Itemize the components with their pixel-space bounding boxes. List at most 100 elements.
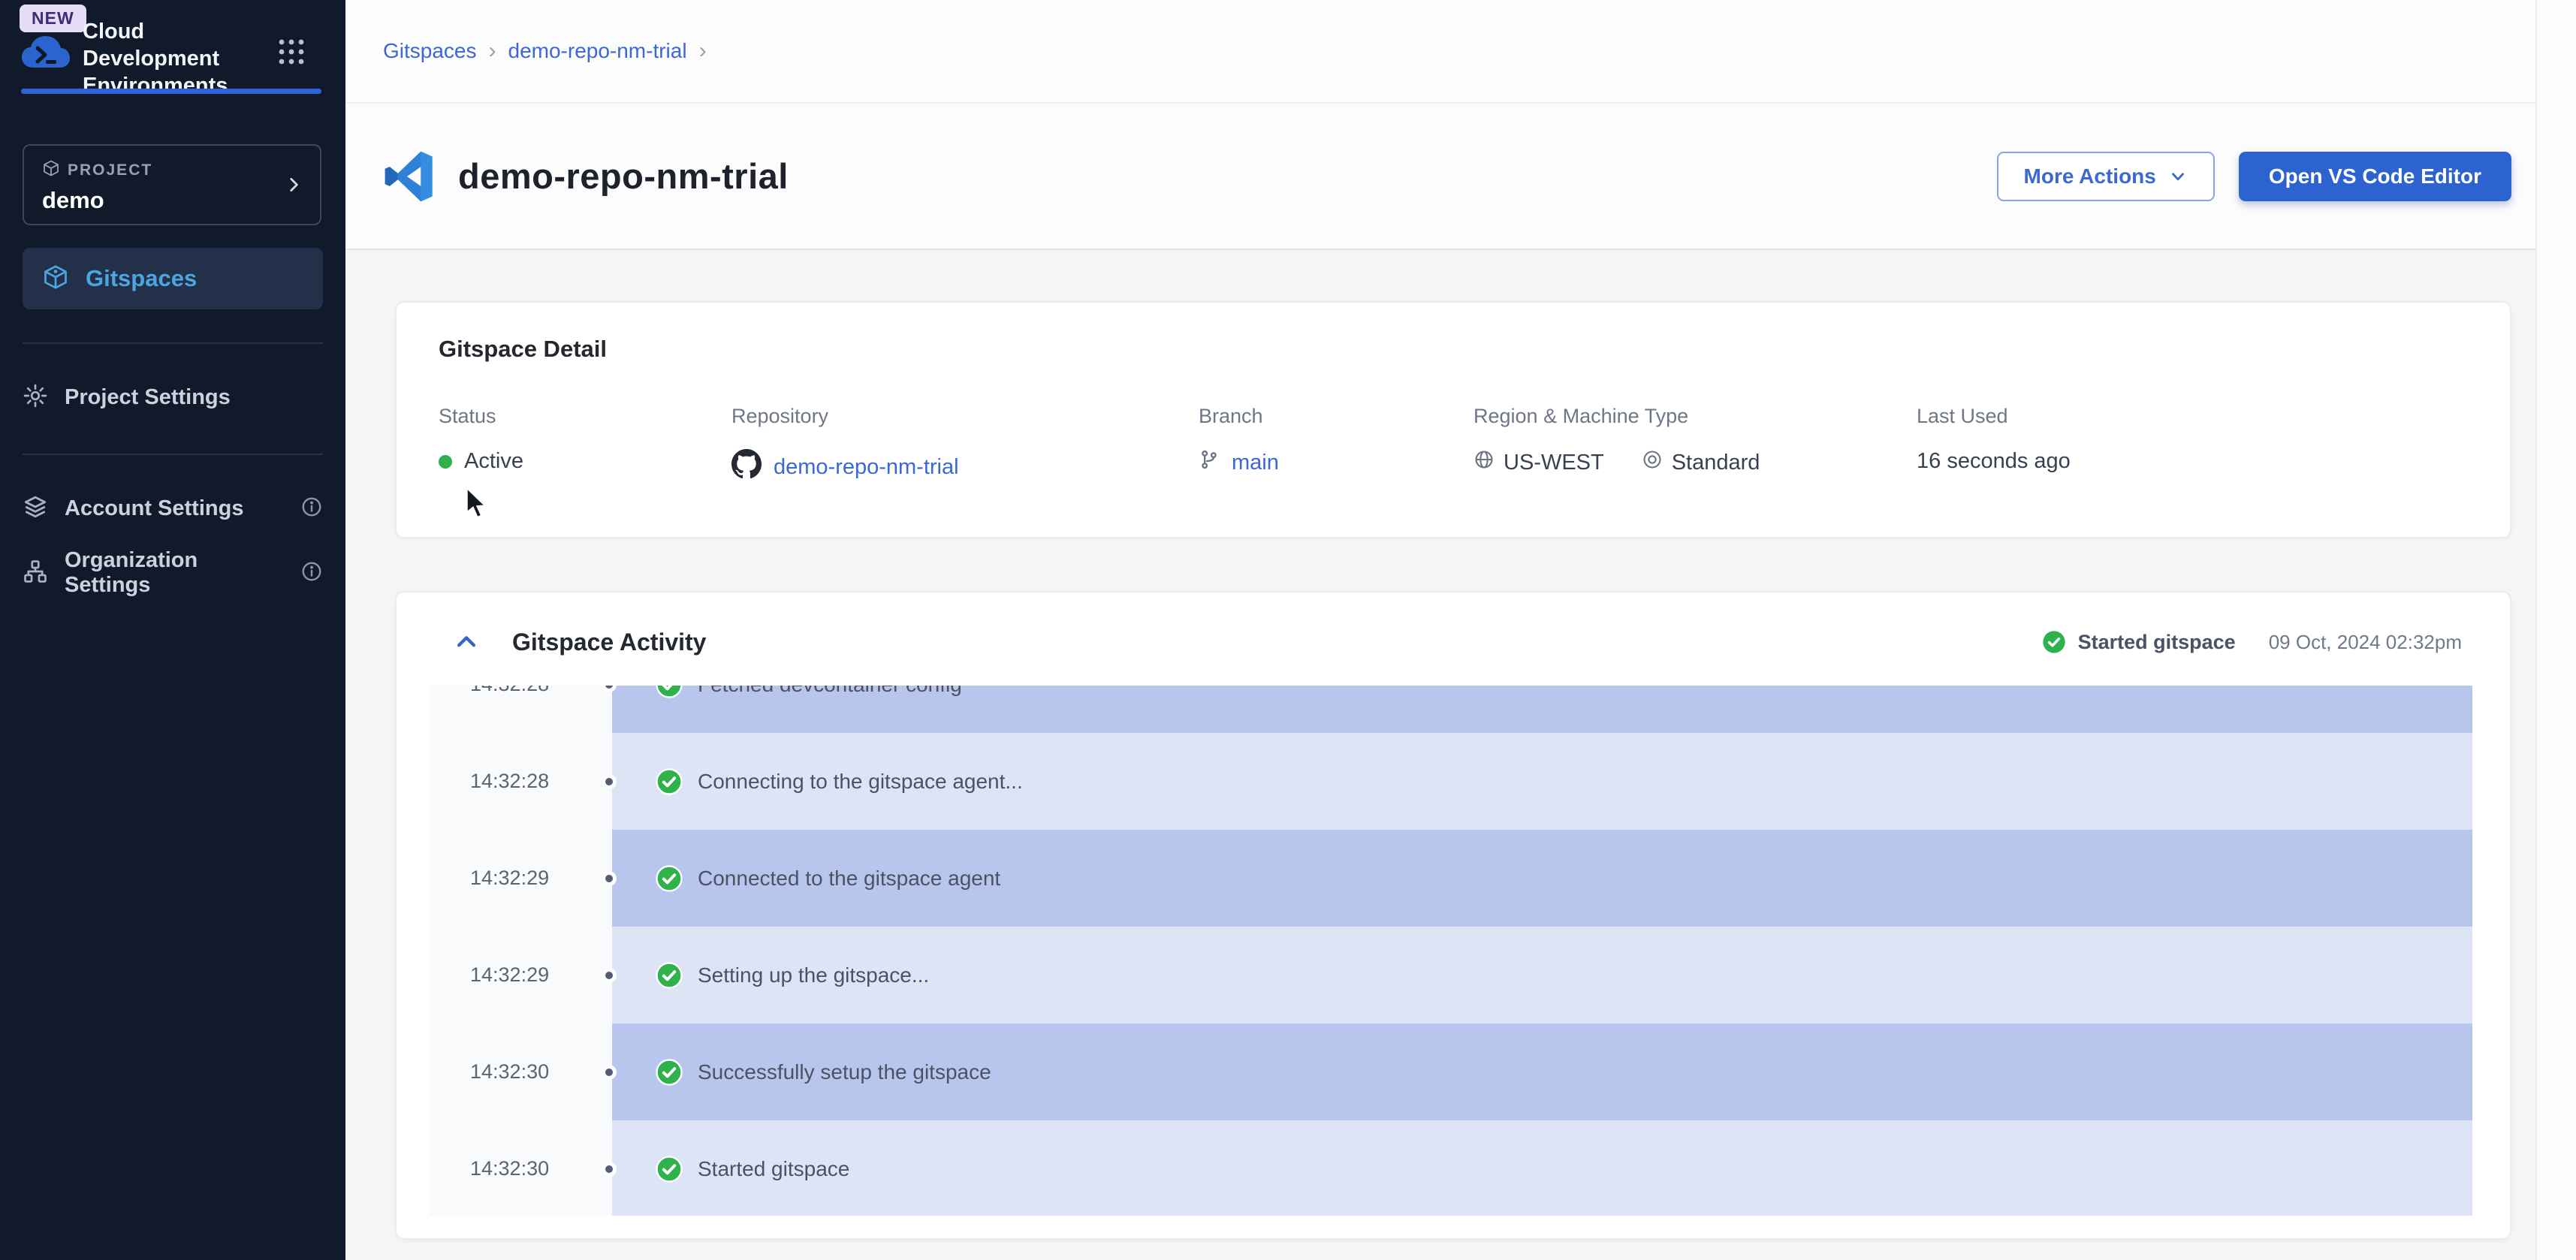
- check-circle-icon: [656, 1059, 683, 1086]
- new-badge: NEW: [20, 5, 86, 32]
- chevron-right-icon: [284, 175, 303, 194]
- sidebar-header: NEW Cloud Development Environments: [0, 0, 345, 111]
- activity-header: Gitspace Activity Started gitspace 09 Oc…: [397, 621, 2472, 663]
- log-timestamp: 14:32:30: [430, 1120, 612, 1216]
- github-icon: [731, 449, 762, 485]
- gitspaces-cube-icon: [42, 264, 69, 294]
- sidebar-accent-line: [21, 89, 321, 94]
- sidebar-item-account-settings[interactable]: Account Settings: [0, 485, 345, 532]
- sidebar-item-label: Gitspaces: [86, 265, 197, 292]
- breadcrumb-gitspaces[interactable]: Gitspaces: [383, 39, 477, 63]
- more-actions-button[interactable]: More Actions: [1997, 152, 2215, 201]
- breadcrumb: Gitspaces › demo-repo-nm-trial ›: [345, 0, 2576, 104]
- timeline-dot-icon: [602, 871, 617, 886]
- log-message: Started gitspace: [698, 1157, 849, 1181]
- log-message-cell: Successfully setup the gitspace: [612, 1023, 2472, 1120]
- globe-icon: [1474, 449, 1495, 476]
- breadcrumb-separator: ›: [489, 38, 496, 64]
- timeline-dot-icon: [602, 1162, 617, 1177]
- field-status: Status Active: [439, 405, 731, 485]
- chevron-up-icon[interactable]: [454, 629, 479, 655]
- log-row: 14:32:28 Fetched devcontainer config: [430, 686, 2472, 733]
- sidebar-item-gitspaces[interactable]: Gitspaces: [23, 248, 323, 309]
- field-region-machine: Region & Machine Type: [1474, 405, 1917, 485]
- sidebar-item-label: Account Settings: [65, 496, 243, 521]
- app-title: Cloud Development Environments: [83, 18, 233, 99]
- log-message: Connected to the gitspace agent: [698, 867, 1000, 891]
- field-label: Status: [439, 405, 731, 428]
- log-message-cell: Started gitspace: [612, 1120, 2472, 1216]
- log-timestamp: 14:32:28: [430, 686, 612, 733]
- sidebar-divider: [23, 342, 323, 344]
- branch-link[interactable]: main: [1232, 451, 1279, 475]
- log-message: Fetched devcontainer config: [698, 686, 962, 697]
- check-circle-icon: [656, 686, 683, 698]
- last-used-value: 16 seconds ago: [1917, 449, 2071, 474]
- timeline-dot-icon: [602, 1065, 617, 1080]
- chevron-down-icon: [2168, 167, 2188, 186]
- log-timestamp: 14:32:30: [430, 1023, 612, 1120]
- log-timestamp: 14:32:28: [430, 733, 612, 830]
- page-header: demo-repo-nm-trial More Actions Open VS …: [345, 104, 2576, 250]
- vscode-icon: [383, 151, 434, 202]
- machine-type-value: Standard: [1672, 451, 1760, 475]
- field-label: Last Used: [1917, 405, 2468, 428]
- repository-link[interactable]: demo-repo-nm-trial: [774, 455, 959, 480]
- project-name: demo: [42, 187, 302, 214]
- cloud-dev-env-icon: [21, 35, 71, 72]
- log-row: 14:32:29 Setting up the gitspace...: [430, 927, 2472, 1023]
- breadcrumb-repo[interactable]: demo-repo-nm-trial: [508, 39, 687, 63]
- log-message-cell: Setting up the gitspace...: [612, 927, 2472, 1023]
- organization-icon: [23, 559, 48, 588]
- gear-icon: [23, 383, 48, 412]
- field-branch: Branch main: [1199, 405, 1474, 485]
- log-message: Setting up the gitspace...: [698, 963, 929, 987]
- timeline-dot-icon: [602, 774, 617, 789]
- project-selector[interactable]: PROJECT demo: [23, 144, 321, 225]
- activity-log[interactable]: 14:32:28 Fetched devcontainer config 14:…: [430, 686, 2472, 1216]
- field-label: Branch: [1199, 405, 1474, 428]
- mouse-cursor: [464, 487, 494, 520]
- log-message-cell: Connected to the gitspace agent: [612, 830, 2472, 927]
- main-area: Gitspaces › demo-repo-nm-trial › demo-re…: [345, 0, 2576, 1260]
- info-icon[interactable]: [300, 496, 323, 522]
- log-row: 14:32:30 Successfully setup the gitspace: [430, 1023, 2472, 1120]
- field-label: Region & Machine Type: [1474, 405, 1917, 428]
- project-label: PROJECT: [68, 161, 152, 179]
- sidebar-divider: [23, 454, 323, 455]
- log-message-cell: Fetched devcontainer config: [612, 686, 2472, 733]
- region-value: US-WEST: [1504, 451, 1604, 475]
- detail-card-title: Gitspace Detail: [439, 336, 2468, 363]
- app-switcher-grid-icon[interactable]: [277, 38, 306, 66]
- git-branch-icon: [1199, 449, 1220, 476]
- log-timestamp: 14:32:29: [430, 830, 612, 927]
- sidebar: NEW Cloud Development Environments: [0, 0, 345, 1260]
- latest-event-label: Started gitspace: [2078, 631, 2236, 654]
- log-message: Connecting to the gitspace agent...: [698, 770, 1023, 794]
- project-cube-icon: [42, 159, 60, 181]
- status-value: Active: [464, 449, 523, 474]
- latest-event-time: 09 Oct, 2024 02:32pm: [2269, 631, 2462, 654]
- check-circle-icon: [656, 865, 683, 892]
- page-title: demo-repo-nm-trial: [458, 155, 789, 197]
- sidebar-item-label: Project Settings: [65, 385, 231, 410]
- field-last-used: Last Used 16 seconds ago: [1917, 405, 2468, 485]
- app-window: NEW Cloud Development Environments: [0, 0, 2576, 1260]
- scrollbar-track[interactable]: [2535, 0, 2576, 1260]
- field-repository: Repository demo-repo-nm-trial: [731, 405, 1199, 485]
- open-vscode-editor-button[interactable]: Open VS Code Editor: [2239, 152, 2511, 201]
- info-icon[interactable]: [300, 560, 323, 586]
- check-circle-icon: [656, 768, 683, 795]
- gitspace-activity-card: Gitspace Activity Started gitspace 09 Oc…: [395, 591, 2511, 1240]
- content-area: Gitspace Detail Status Active Repository: [345, 250, 2576, 1260]
- check-circle-icon: [656, 962, 683, 989]
- sidebar-item-organization-settings[interactable]: Organization Settings: [0, 550, 345, 596]
- check-circle-icon: [656, 1156, 683, 1183]
- log-row: 14:32:28 Connecting to the gitspace agen…: [430, 733, 2472, 830]
- log-timestamp: 14:32:29: [430, 927, 612, 1023]
- check-circle-icon: [2042, 630, 2066, 654]
- log-row: 14:32:30 Started gitspace: [430, 1120, 2472, 1216]
- sidebar-item-project-settings[interactable]: Project Settings: [0, 374, 345, 421]
- gitspace-detail-card: Gitspace Detail Status Active Repository: [395, 301, 2511, 538]
- log-message-cell: Connecting to the gitspace agent...: [612, 733, 2472, 830]
